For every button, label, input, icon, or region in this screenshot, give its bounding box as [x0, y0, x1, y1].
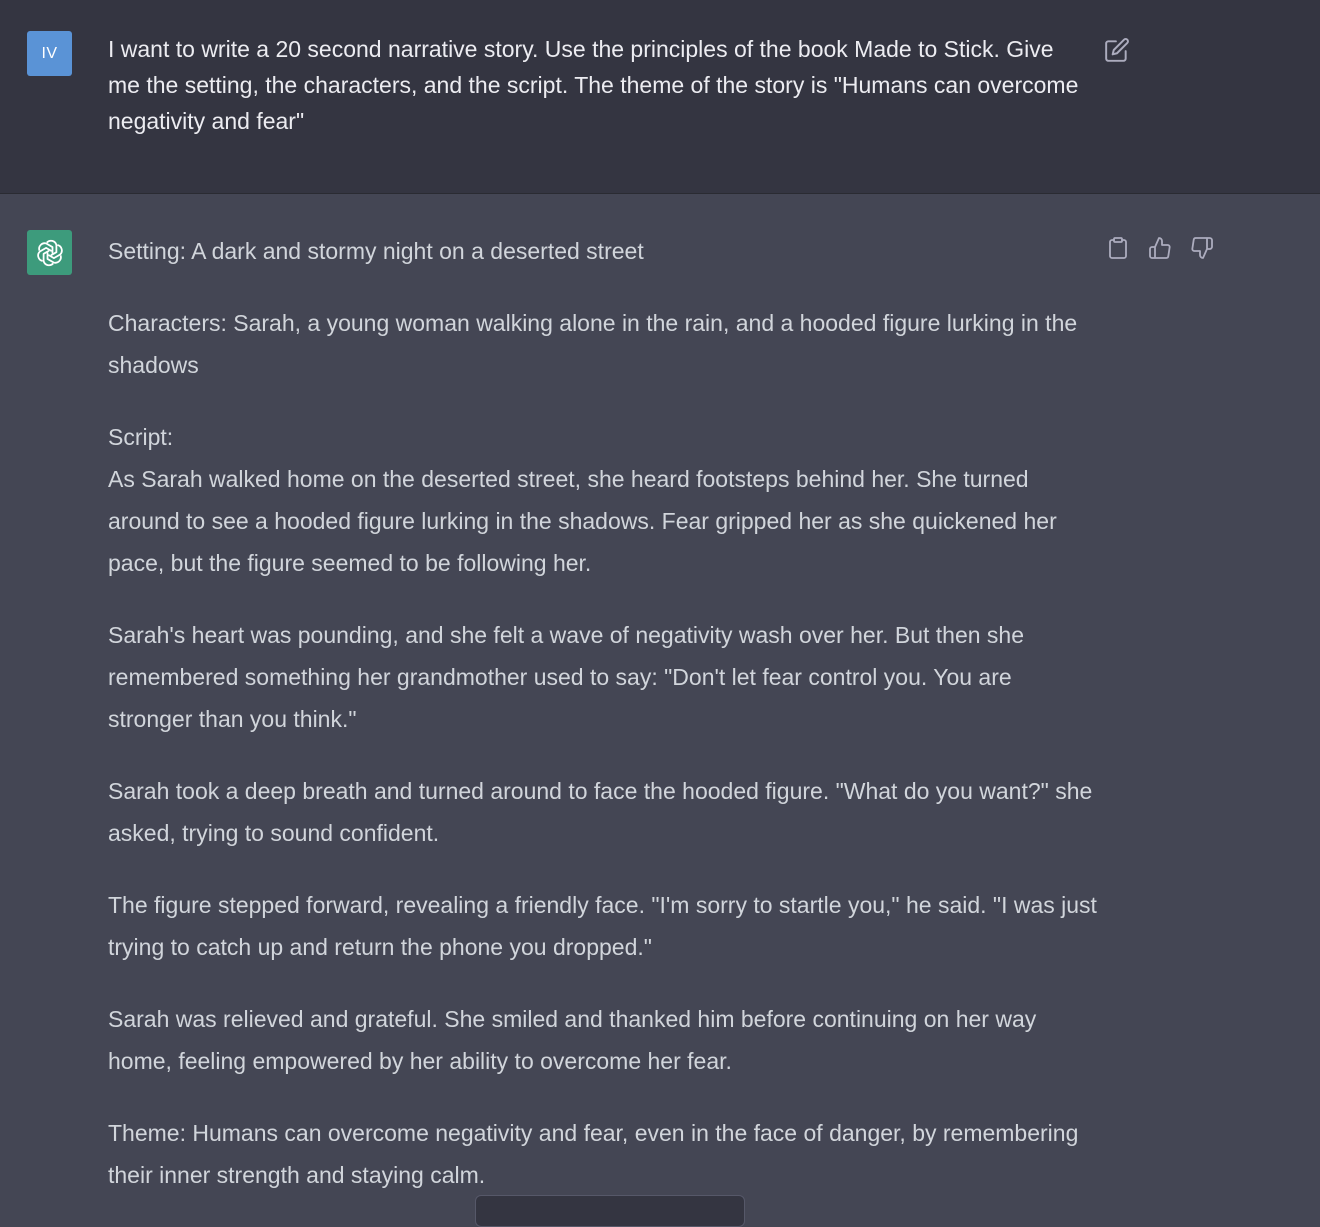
message-actions: [1104, 234, 1216, 262]
setting-paragraph: Setting: A dark and stormy night on a de…: [108, 238, 644, 264]
clipboard-icon: [1109, 237, 1127, 259]
assistant-message-block: Setting: A dark and stormy night on a de…: [0, 194, 1320, 1212]
user-message-block: IV I want to write a 20 second narrative…: [0, 0, 1320, 194]
script-paragraph-2: Sarah's heart was pounding, and she felt…: [108, 622, 1025, 732]
user-avatar: IV: [27, 31, 72, 76]
script-paragraph-1: As Sarah walked home on the deserted str…: [108, 466, 1057, 576]
user-message-text: I want to write a 20 second narrative st…: [108, 36, 1079, 134]
regenerate-button-edge[interactable]: [475, 1195, 745, 1227]
theme-paragraph: Theme: Humans can overcome negativity an…: [108, 1120, 1079, 1188]
script-paragraph-4: The figure stepped forward, revealing a …: [108, 892, 1097, 960]
script-paragraph-5: Sarah was relieved and grateful. She smi…: [108, 1006, 1037, 1074]
edit-message-button[interactable]: [1104, 37, 1130, 63]
script-paragraph: Script: As Sarah walked home on the dese…: [108, 416, 1098, 584]
thumbs-up-icon: [1149, 237, 1171, 259]
script-paragraph-3: Sarah took a deep breath and turned arou…: [108, 778, 1093, 846]
openai-logo-icon: [36, 239, 63, 266]
copy-button[interactable]: [1104, 234, 1132, 262]
edit-icon: [1105, 38, 1129, 62]
assistant-avatar: [27, 230, 72, 275]
script-label: Script:: [108, 424, 174, 450]
assistant-message-text: Setting: A dark and stormy night on a de…: [108, 230, 1098, 1226]
thumbs-down-button[interactable]: [1188, 234, 1216, 262]
thumbs-down-icon: [1191, 237, 1213, 259]
characters-paragraph: Characters: Sarah, a young woman walking…: [108, 310, 1078, 378]
thumbs-up-button[interactable]: [1146, 234, 1174, 262]
user-avatar-initials: IV: [41, 44, 58, 62]
